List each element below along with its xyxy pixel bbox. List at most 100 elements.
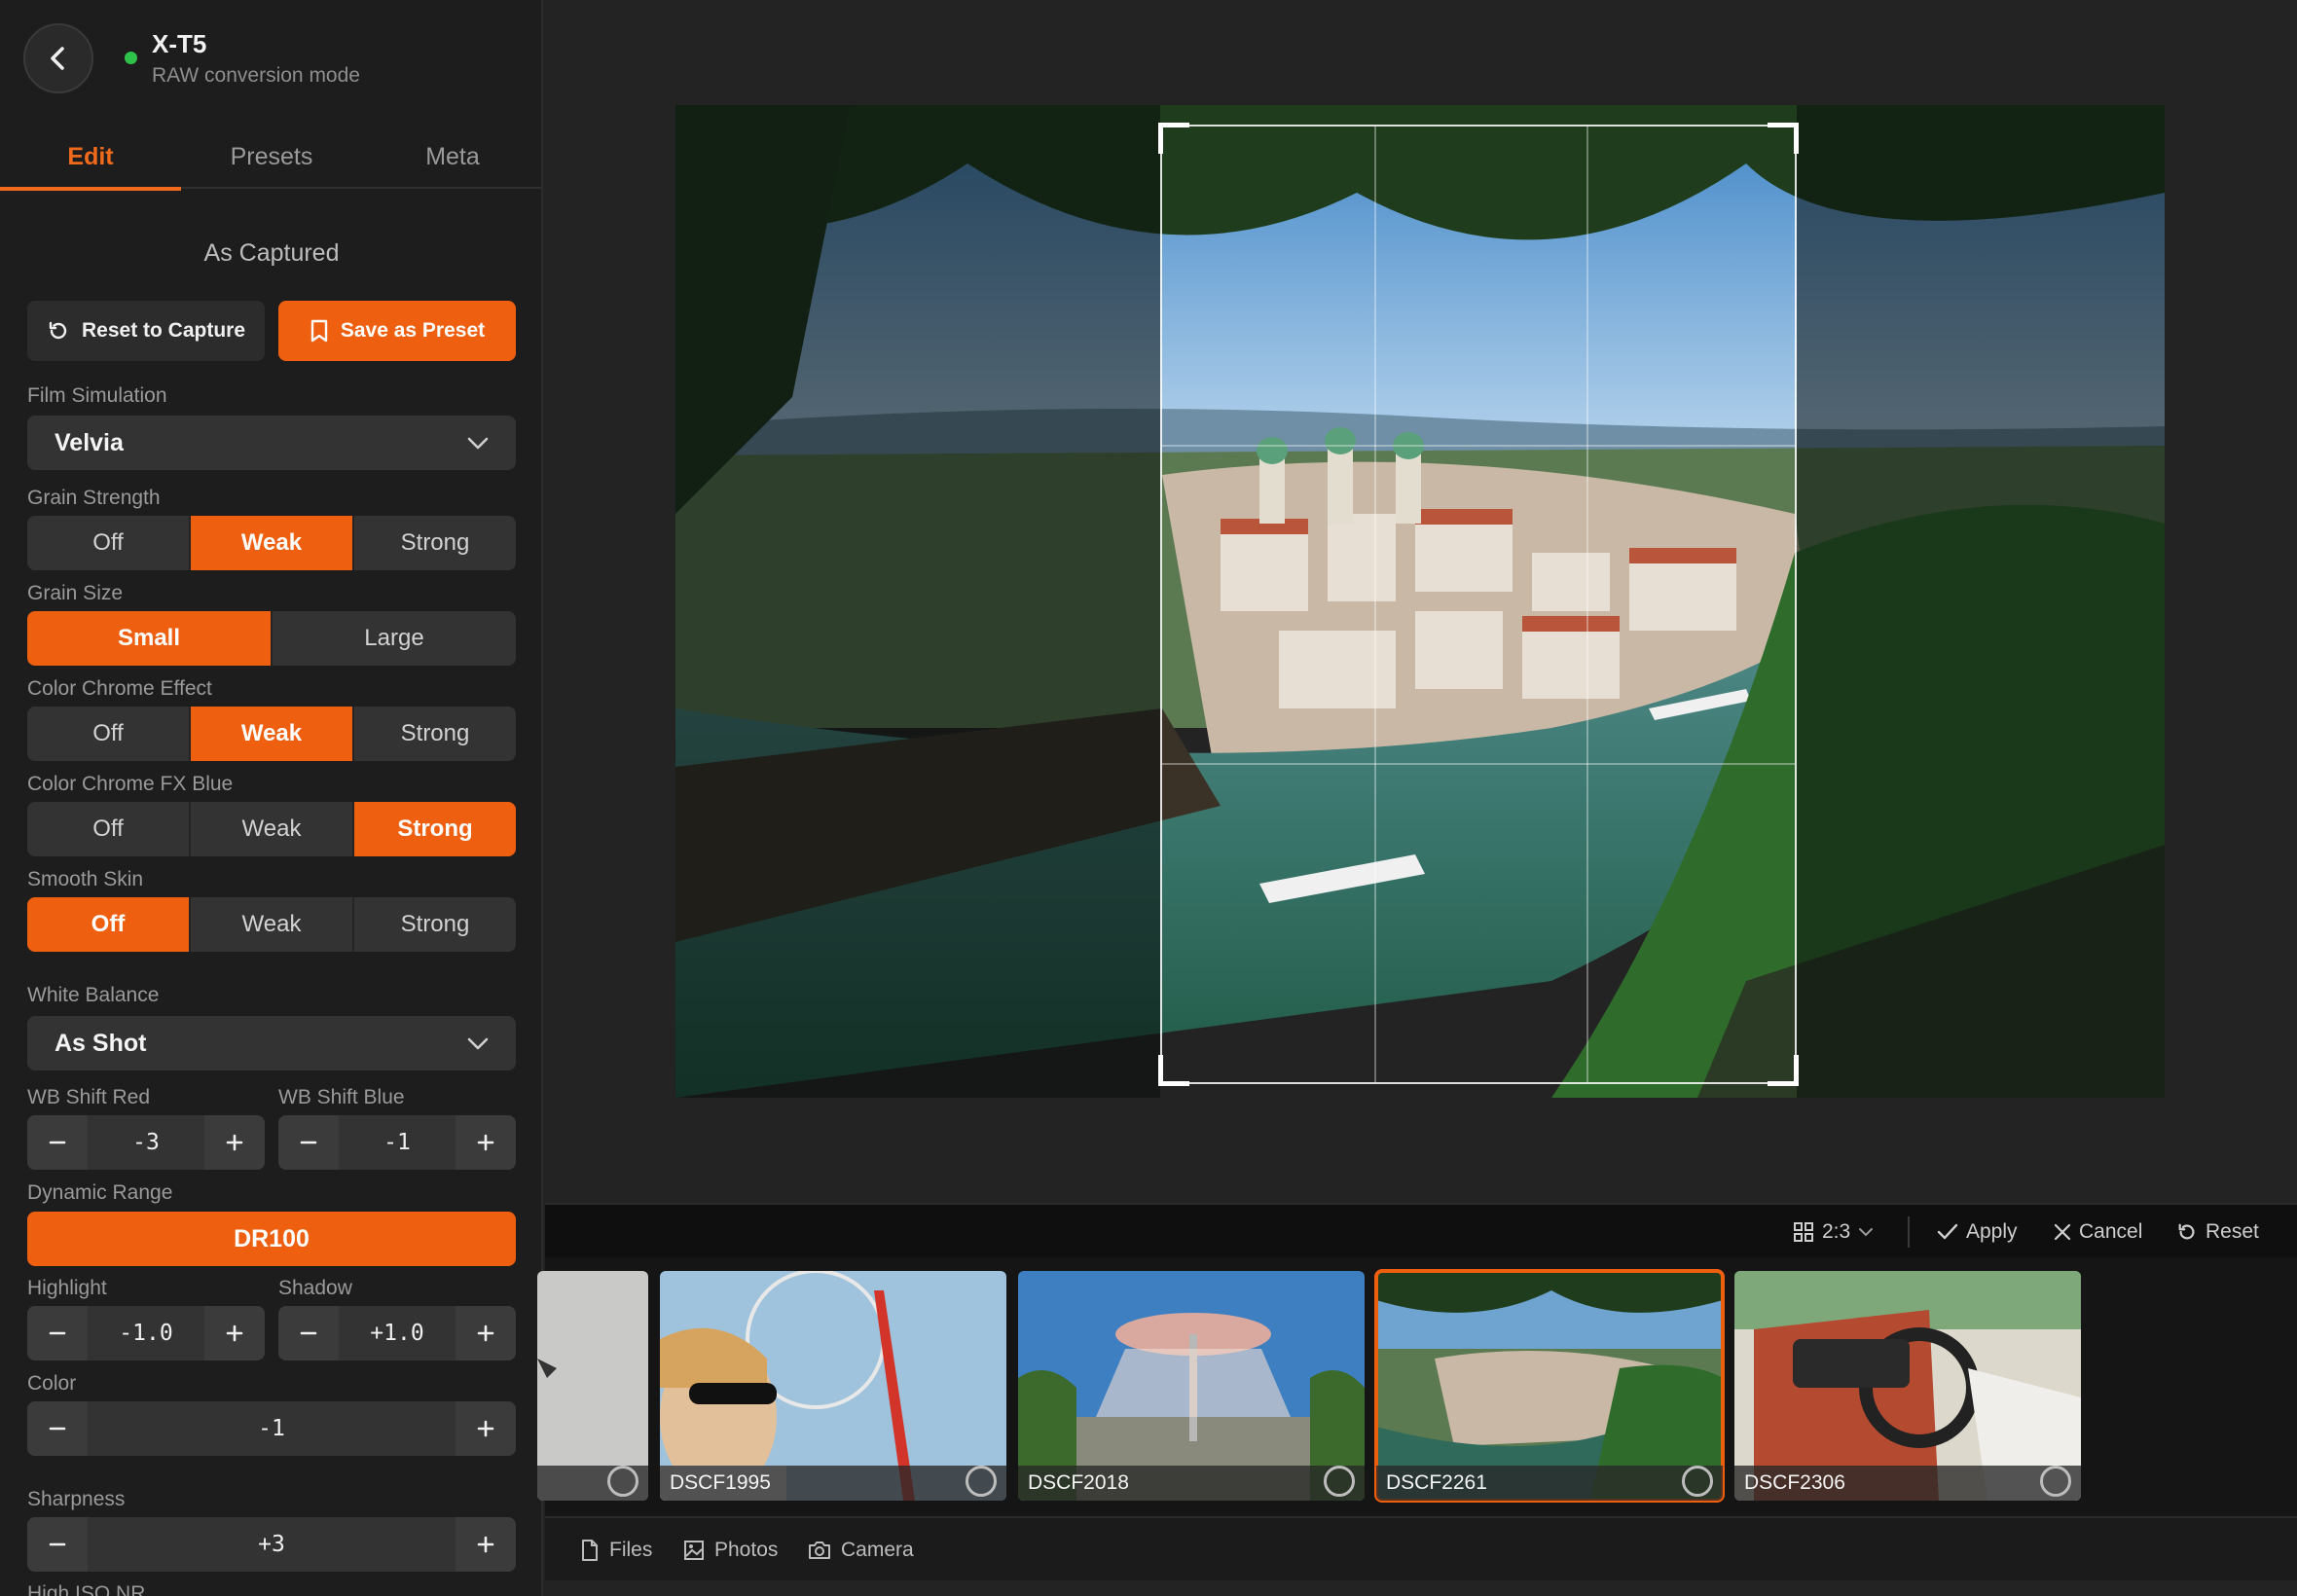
sharpness-stepper: +3 (27, 1517, 516, 1572)
smooth-skin-strong[interactable]: Strong (354, 897, 516, 952)
highlight-decrement[interactable] (27, 1306, 88, 1360)
color-chrome-blue-off[interactable]: Off (27, 802, 191, 856)
wb-shift-blue-value[interactable]: -1 (339, 1115, 456, 1170)
smooth-skin-weak[interactable]: Weak (191, 897, 354, 952)
color-stepper: -1 (27, 1401, 516, 1456)
highlight-value[interactable]: -1.0 (88, 1306, 204, 1360)
crop-handle-top-right[interactable] (1768, 123, 1799, 154)
thumbnail[interactable]: DSCF2306 (1734, 1271, 2081, 1501)
thumbnail-selected[interactable]: DSCF2261 (1374, 1269, 1725, 1503)
thumbnail-select-radio[interactable] (1324, 1466, 1355, 1497)
film-simulation-select[interactable]: Velvia (27, 416, 516, 470)
apply-crop-button[interactable]: Apply (1937, 1205, 2018, 1259)
grain-strength-strong[interactable]: Strong (354, 516, 516, 570)
thumbnail-name: DSCF2261 (1386, 1471, 1487, 1494)
connection-status-dot (125, 52, 137, 64)
filmstrip: DSCF1995 DSCF2018 DSCF2261 DSCF2306 (537, 1257, 2297, 1516)
thumbnail[interactable]: DSCF1995 (660, 1271, 1006, 1501)
thumbnail-name: DSCF1995 (670, 1471, 771, 1494)
thumbnail[interactable] (537, 1271, 648, 1501)
cancel-label: Cancel (2079, 1220, 2143, 1243)
thumbnail-select-radio[interactable] (2040, 1466, 2071, 1497)
shadow-value[interactable]: +1.0 (339, 1306, 456, 1360)
edit-sidebar: X-T5 RAW conversion mode Edit Presets Me… (0, 0, 543, 1596)
color-label: Color (27, 1372, 77, 1395)
color-chrome-weak[interactable]: Weak (191, 707, 354, 761)
color-value[interactable]: -1 (88, 1401, 456, 1456)
cancel-crop-button[interactable]: Cancel (2054, 1205, 2142, 1259)
thumbnail[interactable]: DSCF2018 (1018, 1271, 1365, 1501)
color-chrome-label: Color Chrome Effect (27, 677, 212, 700)
minus-icon (300, 1141, 317, 1144)
wb-shift-red-decrement[interactable] (27, 1115, 88, 1170)
shadow-increment[interactable] (456, 1306, 516, 1360)
sharpness-value[interactable]: +3 (88, 1517, 456, 1572)
thumbnail-caption: DSCF2306 (1734, 1466, 2081, 1501)
back-button[interactable] (23, 23, 93, 93)
color-increment[interactable] (456, 1401, 516, 1456)
grain-strength-off[interactable]: Off (27, 516, 191, 570)
thumbnail-name: DSCF2306 (1744, 1471, 1845, 1494)
highlight-increment[interactable] (204, 1306, 265, 1360)
minus-icon (49, 1331, 66, 1335)
thumbnail-select-radio[interactable] (966, 1466, 997, 1497)
smooth-skin-label: Smooth Skin (27, 868, 144, 890)
reset-icon (49, 321, 67, 340)
crop-frame[interactable] (1158, 123, 1799, 1086)
color-chrome-blue-weak[interactable]: Weak (191, 802, 354, 856)
crop-toolbar: 2:3 Apply Cancel Reset (545, 1203, 2297, 1257)
color-decrement[interactable] (27, 1401, 88, 1456)
color-chrome-blue-strong[interactable]: Strong (354, 802, 516, 856)
camera-icon (809, 1542, 830, 1559)
aspect-ratio-select[interactable]: 2:3 (1793, 1205, 1874, 1259)
wb-shift-red-increment[interactable] (204, 1115, 265, 1170)
tab-presets[interactable]: Presets (181, 125, 362, 189)
thumbnail-select-radio[interactable] (607, 1466, 638, 1497)
crop-handle-top-left[interactable] (1158, 123, 1189, 154)
sharpness-increment[interactable] (456, 1517, 516, 1572)
color-chrome-off[interactable]: Off (27, 707, 191, 761)
crop-mask-left (675, 105, 1160, 1098)
grain-size-small[interactable]: Small (27, 611, 273, 666)
color-chrome-strong[interactable]: Strong (354, 707, 516, 761)
shadow-decrement[interactable] (278, 1306, 339, 1360)
sidebar-tabs: Edit Presets Meta (0, 125, 541, 191)
nav-photos[interactable]: Photos (683, 1518, 778, 1582)
chevron-left-icon (51, 47, 64, 70)
white-balance-value: As Shot (55, 1029, 147, 1057)
crop-gridline (1162, 763, 1795, 765)
plus-icon (477, 1134, 494, 1151)
grain-size-large[interactable]: Large (273, 611, 516, 666)
tab-meta[interactable]: Meta (362, 125, 541, 189)
wb-shift-blue-decrement[interactable] (278, 1115, 339, 1170)
dynamic-range-button[interactable]: DR100 (27, 1212, 516, 1266)
wb-shift-red-value[interactable]: -3 (88, 1115, 204, 1170)
white-balance-select[interactable]: As Shot (27, 1016, 516, 1070)
save-as-preset-button[interactable]: Save as Preset (278, 301, 516, 361)
crop-handle-bottom-right[interactable] (1768, 1055, 1799, 1086)
nav-camera[interactable]: Camera (808, 1518, 914, 1582)
wb-shift-blue-label: WB Shift Blue (278, 1086, 405, 1108)
chevron-down-icon (467, 1037, 489, 1050)
reset-to-capture-button[interactable]: Reset to Capture (27, 301, 265, 361)
tab-edit[interactable]: Edit (0, 125, 181, 191)
wb-shift-blue-increment[interactable] (456, 1115, 516, 1170)
chevron-down-icon (467, 437, 489, 450)
wb-shift-red-label: WB Shift Red (27, 1086, 151, 1108)
apply-label: Apply (1966, 1220, 2018, 1243)
smooth-skin-off[interactable]: Off (27, 897, 191, 952)
reset-crop-button[interactable]: Reset (2176, 1205, 2259, 1259)
save-as-preset-label: Save as Preset (340, 319, 486, 342)
crop-gridline (1374, 127, 1376, 1082)
sharpness-decrement[interactable] (27, 1517, 88, 1572)
nav-files[interactable]: Files (580, 1518, 652, 1582)
grain-strength-label: Grain Strength (27, 487, 161, 509)
crop-handle-bottom-left[interactable] (1158, 1055, 1189, 1086)
toolbar-divider (1908, 1216, 1910, 1248)
crop-gridline (1586, 127, 1588, 1082)
grain-strength-weak[interactable]: Weak (191, 516, 354, 570)
thumbnail-select-radio[interactable] (1682, 1466, 1713, 1497)
reset-to-capture-label: Reset to Capture (81, 319, 246, 342)
thumbnail-caption: DSCF1995 (660, 1466, 1006, 1501)
bottom-nav: Files Photos Camera (545, 1516, 2297, 1580)
